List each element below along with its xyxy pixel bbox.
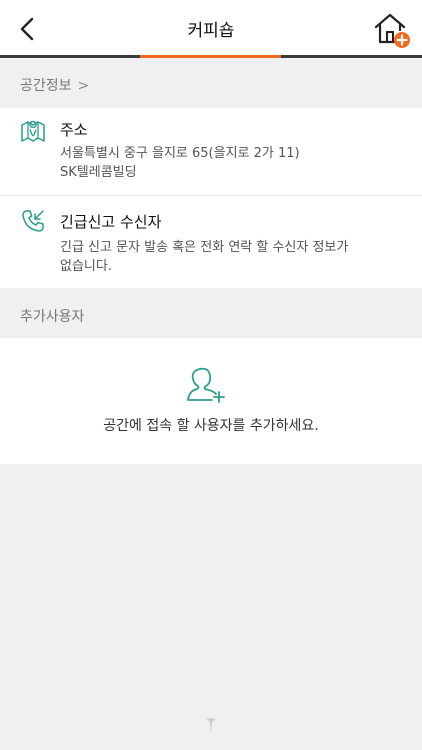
emergency-line-2: 없습니다. — [60, 259, 112, 274]
extra-users-header: 추가사용자 — [0, 297, 422, 338]
home-add-icon — [374, 13, 410, 48]
empty-state-message: 공간에 접속 할 사용자를 추가하세요. — [103, 418, 319, 434]
address-line-2: SK텔레콤빌딩 — [60, 165, 137, 180]
page-title: 커피숍 — [187, 21, 235, 41]
emergency-title: 긴급신고 수신자 — [60, 213, 162, 231]
address-row[interactable]: 주소 서울특별시 중구 을지로 65(을지로 2가 11) SK텔레콤빌딩 — [0, 108, 422, 195]
address-title: 주소 — [60, 121, 88, 139]
emergency-line-1: 긴급 신고 문자 발송 혹은 전화 연락 할 수신자 정보가 — [60, 240, 349, 255]
address-line-1: 서울특별시 중구 을지로 65(을지로 2가 11) — [60, 146, 300, 161]
tab-indicator-active — [140, 55, 281, 58]
add-user-icon[interactable] — [185, 363, 227, 405]
brand-logo-icon — [206, 718, 216, 734]
top-bar: 커피숍 — [0, 0, 422, 58]
space-info-header[interactable]: 공간정보 > — [0, 64, 422, 108]
tab-indicator — [0, 55, 422, 58]
phone-incoming-icon — [22, 210, 44, 232]
extra-users-empty-state: 공간에 접속 할 사용자를 추가하세요. — [0, 338, 422, 464]
extra-users-label: 추가사용자 — [20, 309, 85, 325]
emergency-contact-row[interactable]: 긴급신고 수신자 긴급 신고 문자 발송 혹은 전화 연락 할 수신자 정보가 … — [0, 196, 422, 288]
space-info-label: 공간정보 — [20, 78, 72, 94]
map-icon — [21, 120, 45, 142]
add-space-button[interactable] — [372, 10, 412, 50]
chevron-right-icon: > — [77, 78, 90, 94]
